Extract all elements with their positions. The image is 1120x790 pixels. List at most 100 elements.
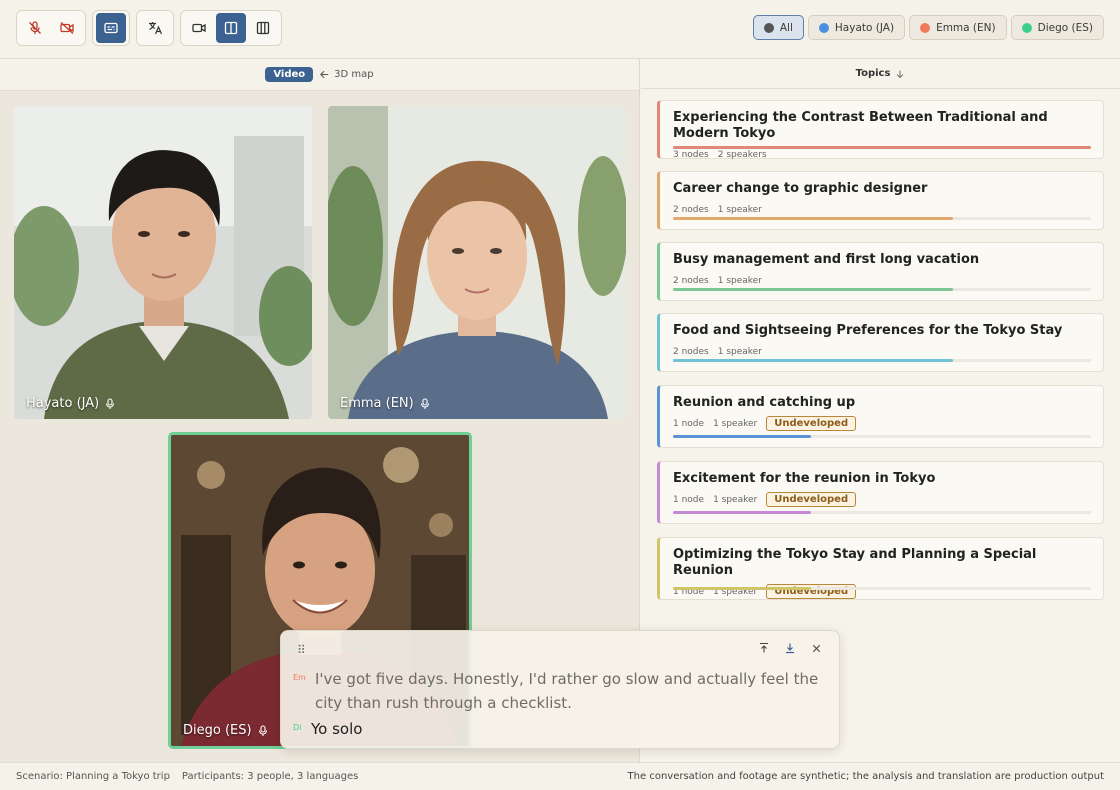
topic-card[interactable]: Experiencing the Contrast Between Tradit… [657, 100, 1104, 162]
filter-label: Diego (ES) [1037, 21, 1093, 34]
mic-icon [106, 397, 115, 409]
node-count: 2 nodes [673, 346, 709, 357]
back-to-3d-map-link[interactable]: 3D map [319, 69, 374, 80]
participant-video [14, 106, 312, 419]
participants-text: Participants: 3 people, 3 languages [181, 771, 359, 782]
arrow-left-icon [320, 70, 329, 79]
video-panel-header: Video 3D map [0, 59, 639, 91]
participant-video [328, 106, 626, 419]
participant-name: Hayato (JA) [26, 396, 100, 411]
color-dot [818, 22, 829, 33]
topic-card[interactable]: Reunion and catching up 1 node 1 speaker… [657, 385, 1104, 448]
subtitle-tools [757, 641, 823, 655]
top-toolbar: All Hayato (JA) Emma (EN) Diego (ES) [0, 0, 1120, 59]
subtitle-line: Di Yo solo [293, 717, 362, 741]
footer-bar: Scenario: Planning a Tokyo trip Particip… [0, 762, 1120, 790]
subtitle-line: Em I've got five days. Honestly, I'd rat… [293, 667, 825, 715]
undeveloped-badge: Undeveloped [766, 416, 857, 431]
color-dot [1021, 22, 1032, 33]
video-tile-hayato[interactable]: Hayato (JA) [14, 106, 312, 419]
progress-fill [673, 146, 1091, 149]
progress-track [673, 511, 1091, 514]
progress-fill [673, 217, 954, 220]
progress-track [673, 359, 1091, 362]
topic-card[interactable]: Career change to graphic designer 2 node… [657, 171, 1104, 230]
speaker-count: 2 speakers [717, 149, 767, 160]
arrow-down-icon [897, 70, 904, 78]
mic-off-icon [29, 21, 41, 34]
subtitle-text: I've got five days. Honestly, I'd rather… [315, 670, 819, 712]
drag-handle-icon[interactable]: ⠿ [297, 643, 306, 657]
topic-card[interactable]: Food and Sightseeing Preferences for the… [657, 313, 1104, 372]
camera-off-icon [60, 22, 74, 34]
progress-fill [673, 511, 811, 514]
close-button[interactable] [809, 641, 823, 655]
split-layout-button[interactable] [216, 13, 246, 43]
undeveloped-badge: Undeveloped [766, 492, 857, 507]
view-pill-video[interactable]: Video [265, 67, 314, 82]
download-button[interactable] [783, 641, 797, 655]
topic-title: Excitement for the reunion in Tokyo [673, 471, 936, 486]
topic-card[interactable]: Excitement for the reunion in Tokyo 1 no… [657, 461, 1104, 524]
progress-track [673, 288, 1091, 291]
video-icon [192, 23, 206, 33]
topic-meta: 1 node 1 speaker Undeveloped [673, 492, 1091, 507]
translate-icon [149, 22, 163, 35]
speaker-tag: Em [293, 673, 306, 682]
topic-title: Reunion and catching up [673, 395, 856, 410]
participant-name-tag: Emma (EN) [340, 396, 430, 411]
topic-title: Experiencing the Contrast Between Tradit… [673, 110, 1048, 141]
topics-title: Topics [855, 68, 891, 79]
translate-button[interactable] [140, 13, 170, 43]
topics-header[interactable]: Topics [641, 59, 1120, 89]
filter-diego[interactable]: Diego (ES) [1010, 15, 1104, 40]
video-tile-emma[interactable]: Emma (EN) [328, 106, 626, 419]
speaker-filters: All Hayato (JA) Emma (EN) Diego (ES) [752, 15, 1104, 40]
speaker-tag: Di [293, 723, 302, 732]
mic-icon [420, 397, 429, 409]
speaker-count: 1 speaker [713, 418, 758, 429]
node-count: 2 nodes [673, 275, 709, 286]
captions-group [92, 10, 130, 46]
captions-toggle-button[interactable] [96, 13, 126, 43]
subtitle-text: Yo solo [311, 720, 363, 738]
topic-title: Busy management and first long vacation [673, 252, 980, 267]
speaker-count: 1 speaker [717, 204, 762, 215]
arrow-up-to-line-icon [760, 642, 768, 653]
columns-layout-button[interactable] [248, 13, 278, 43]
progress-track [673, 146, 1091, 149]
topic-card[interactable]: Optimizing the Tokyo Stay and Planning a… [657, 537, 1104, 600]
back-label: 3D map [334, 69, 374, 80]
filter-label: Hayato (JA) [834, 21, 895, 34]
speaker-count: 1 speaker [717, 346, 762, 357]
subtitles-overlay[interactable]: ⠿ Em I've got five days. Honestly, I'd r… [280, 630, 840, 749]
topic-card[interactable]: Busy management and first long vacation … [657, 242, 1104, 301]
scroll-to-top-button[interactable] [757, 641, 771, 655]
camera-off-button[interactable] [52, 13, 82, 43]
translate-group [136, 10, 174, 46]
scenario-text: Scenario: Planning a Tokyo trip [16, 771, 170, 782]
video-layout-button[interactable] [184, 13, 214, 43]
filter-all[interactable]: All [752, 15, 804, 40]
progress-fill [673, 288, 954, 291]
media-controls-group [16, 10, 86, 46]
download-icon [786, 643, 794, 654]
node-count: 2 nodes [673, 204, 709, 215]
topic-title: Career change to graphic designer [673, 181, 928, 196]
filter-label: Emma (EN) [936, 21, 996, 34]
mic-off-button[interactable] [20, 13, 50, 43]
progress-fill [673, 435, 811, 438]
topic-meta: 2 nodes 1 speaker [673, 344, 1091, 359]
filter-hayato[interactable]: Hayato (JA) [807, 15, 906, 40]
topic-meta: 3 nodes 2 speakers [673, 147, 1091, 162]
participant-name: Diego (ES) [183, 723, 252, 738]
captions-icon [104, 22, 118, 34]
progress-fill [673, 359, 954, 362]
color-dot [763, 22, 774, 33]
filter-emma[interactable]: Emma (EN) [909, 15, 1007, 40]
filter-label: All [779, 21, 793, 34]
layout-group [180, 10, 282, 46]
topic-meta: 2 nodes 1 speaker [673, 202, 1091, 217]
progress-fill [673, 587, 811, 590]
topic-title: Optimizing the Tokyo Stay and Planning a… [673, 547, 1037, 578]
